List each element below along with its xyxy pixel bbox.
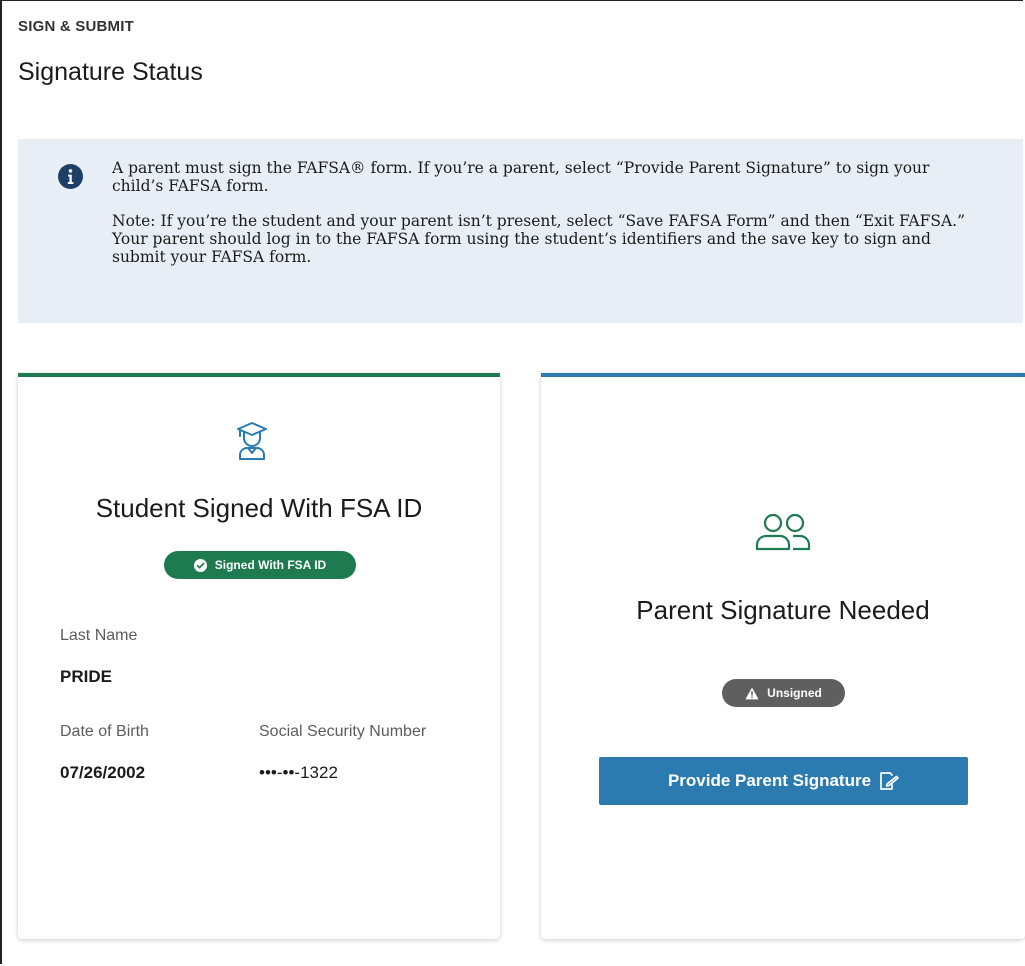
- section-eyebrow: SIGN & SUBMIT: [18, 18, 134, 35]
- page-title: Signature Status: [18, 58, 203, 86]
- sign-document-icon: [880, 772, 899, 790]
- signed-status-text: Signed With FSA ID: [214, 558, 327, 572]
- dob-value: 07/26/2002: [60, 763, 146, 782]
- student-card-title: Student Signed With FSA ID: [95, 493, 423, 523]
- graduate-icon: [237, 422, 267, 460]
- users-icon: [755, 513, 811, 551]
- alert-text-note: Note: If you’re the student and your par…: [112, 212, 965, 266]
- warning-icon: [745, 687, 759, 699]
- provide-parent-signature-button[interactable]: Provide Parent Signature: [599, 757, 968, 805]
- alert-text-primary: A parent must sign the FAFSA® form. If y…: [112, 159, 930, 195]
- last-name-label: Last Name: [60, 627, 138, 644]
- last-name-value: PRIDE: [60, 667, 112, 686]
- parent-signature-card: Parent Signature Needed Unsigned Provide…: [541, 373, 1025, 939]
- ssn-label: Social Security Number: [259, 723, 427, 740]
- info-icon: [58, 164, 83, 189]
- info-alert: A parent must sign the FAFSA® form. If y…: [18, 139, 1023, 323]
- unsigned-status-text: Unsigned: [767, 686, 822, 700]
- parent-card-title: Parent Signature Needed: [636, 595, 930, 625]
- dob-label: Date of Birth: [60, 723, 149, 740]
- provide-parent-signature-label: Provide Parent Signature: [667, 771, 872, 790]
- student-signature-card: Student Signed With FSA ID Signed With F…: [18, 373, 500, 939]
- unsigned-status-badge: Unsigned: [722, 679, 845, 707]
- check-circle-icon: [193, 558, 207, 572]
- ssn-value: •••-••-1322: [259, 763, 338, 782]
- signed-status-badge: Signed With FSA ID: [164, 551, 356, 579]
